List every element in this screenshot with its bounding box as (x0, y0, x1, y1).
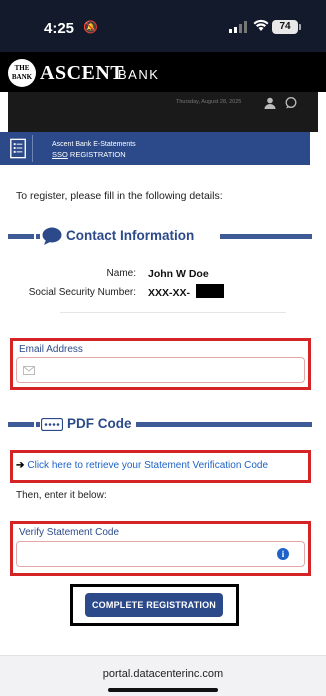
keypad-icon (41, 418, 63, 431)
browser-url-bar[interactable]: portal.datacenterinc.com (0, 655, 326, 696)
page-subtitle: Ascent Bank E-Statements (52, 141, 136, 148)
page-title: SSO REGISTRATION (52, 150, 126, 159)
email-highlight-box: Email Address (10, 338, 311, 390)
page-title-prefix: SSO (52, 150, 68, 159)
enter-code-instruction: Then, enter it below: (16, 490, 107, 501)
brand-header: THE BANK ASCENT BANK (0, 52, 326, 92)
statement-icon (10, 135, 33, 162)
retrieve-code-link-text: Click here to retrieve your Statement Ve… (27, 460, 269, 471)
signal-icon (229, 21, 247, 33)
page-title-bar: Ascent Bank E-Statements SSO REGISTRATIO… (0, 132, 310, 165)
section-bar-left (8, 234, 40, 239)
name-label: Name: (106, 268, 136, 279)
mail-icon (23, 366, 35, 375)
contact-section-header: Contact Information (8, 226, 312, 248)
status-time: 4:25 (44, 20, 75, 37)
intro-text: To register, please fill in the followin… (16, 190, 223, 202)
contact-heading: Contact Information (66, 228, 195, 243)
chat-bubble-icon (42, 227, 62, 245)
name-value: John W Doe (148, 268, 209, 280)
ssn-value: XXX-XX- (148, 287, 191, 299)
home-indicator[interactable] (108, 688, 218, 692)
page-title-suffix: REGISTRATION (67, 150, 126, 159)
bell-slash-icon: 🔕 (83, 20, 98, 34)
date-bar: Thursday, August 28, 2025 (8, 92, 318, 132)
chat-icon[interactable] (285, 97, 297, 109)
verify-code-field[interactable]: i (16, 541, 305, 567)
brand-name: ASCENT (40, 62, 125, 84)
url-text: portal.datacenterinc.com (102, 668, 224, 680)
user-icon[interactable] (264, 97, 276, 109)
email-label: Email Address (19, 344, 83, 355)
ssn-label: Social Security Number: (28, 287, 136, 298)
battery-icon: 74 (272, 20, 301, 34)
complete-registration-button[interactable]: COMPLETE REGISTRATION (85, 593, 223, 617)
pdf-heading: PDF Code (67, 416, 132, 431)
bank-logo: THE BANK (8, 59, 36, 87)
current-date: Thursday, August 28, 2025 (176, 99, 242, 105)
section-bar-left (8, 422, 40, 427)
pdf-section-header: PDF Code (8, 414, 312, 436)
retrieve-code-link[interactable]: ➔ Click here to retrieve your Statement V… (16, 460, 268, 471)
arrow-right-icon: ➔ (16, 460, 25, 471)
brand-suffix: BANK (118, 67, 160, 82)
wifi-icon (253, 19, 269, 31)
verify-highlight-box: Verify Statement Code i (10, 521, 311, 576)
verify-label: Verify Statement Code (19, 527, 120, 538)
section-bar-right (136, 422, 312, 427)
submit-highlight-box: COMPLETE REGISTRATION (70, 584, 239, 626)
email-field[interactable] (16, 357, 305, 383)
status-bar: 4:25 🔕 74 (0, 0, 326, 52)
section-bar-right (220, 234, 312, 239)
ssn-redaction (196, 284, 224, 298)
divider (60, 312, 286, 313)
info-icon[interactable]: i (277, 548, 289, 560)
